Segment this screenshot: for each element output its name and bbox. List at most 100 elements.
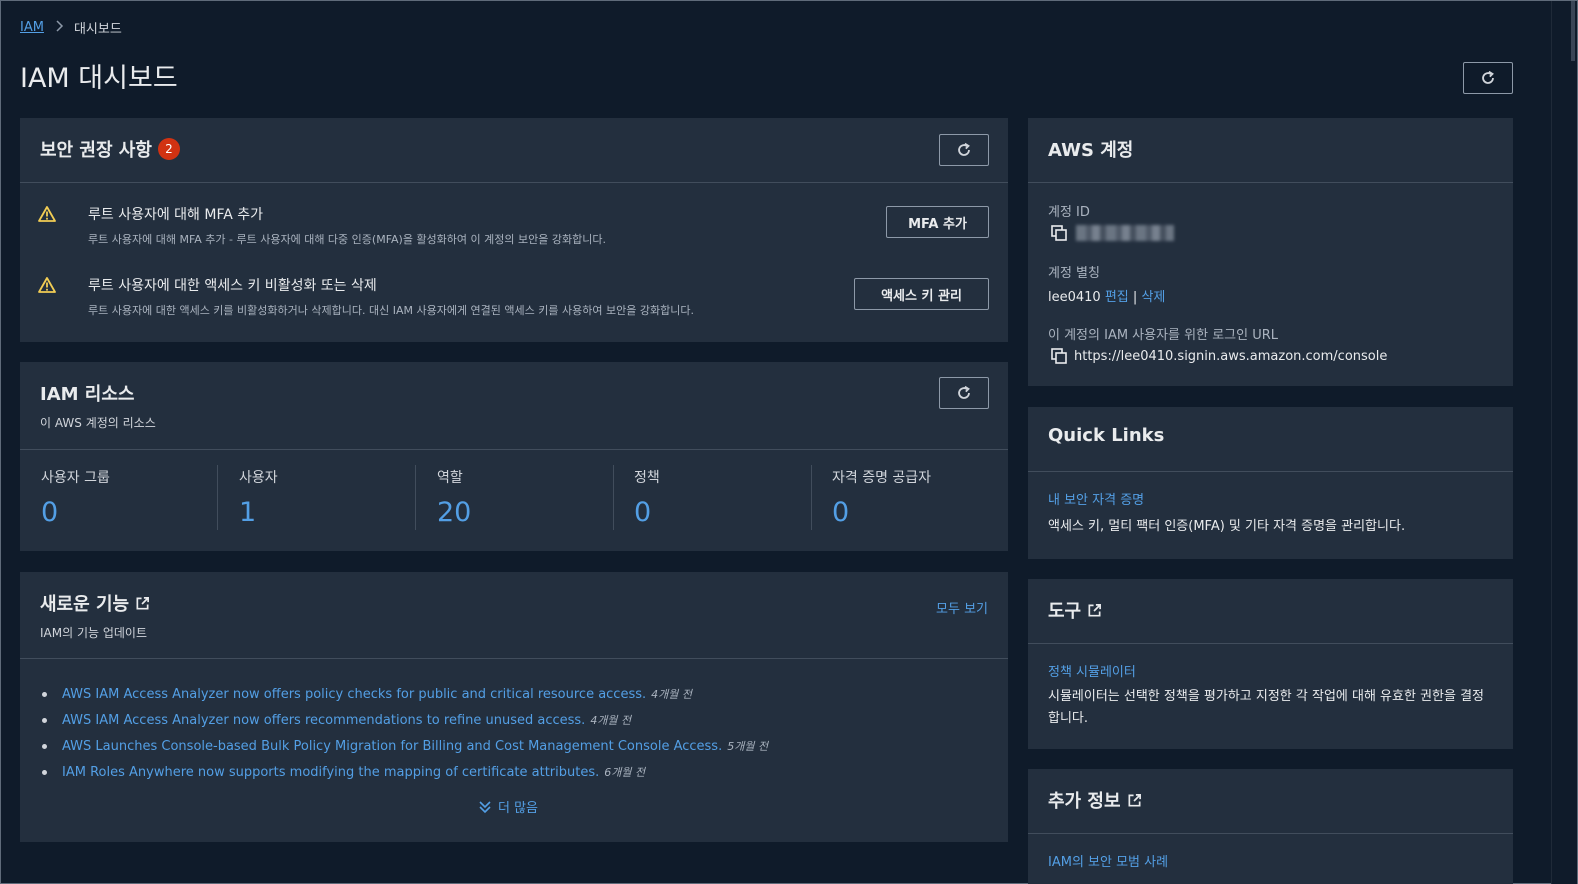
resources-subtitle: 이 AWS 계정의 리소스 [40,416,156,430]
stat-label: 정책 [634,470,660,486]
stat-roles[interactable]: 역할 20 [437,467,471,537]
account-id-label: 계정 ID [1048,205,1090,220]
news-link[interactable]: AWS Launches Console-based Bulk Policy M… [62,739,722,754]
account-alias-label: 계정 별칭 [1048,266,1100,281]
warning-icon [38,206,56,222]
resources-title: IAM 리소스 [40,384,135,405]
policy-simulator-link[interactable]: 정책 시뮬레이터 [1048,661,1136,680]
show-more-label: 더 많음 [498,801,539,816]
breadcrumb-current: 대시보드 [73,22,122,37]
iam-resources-panel: IAM 리소스 이 AWS 계정의 리소스 사용자 그룹 0 사용자 1 역할 … [20,362,1008,551]
tools-title-text: 도구 [1048,601,1082,622]
stat-label: 사용자 그룹 [41,470,110,486]
news-age: 4개월 전 [590,714,632,727]
security-refresh-button[interactable] [939,134,989,166]
stat-label: 역할 [437,470,463,486]
view-all-link[interactable]: 모두 보기 [936,598,988,617]
signin-url-label: 이 계정의 IAM 사용자를 위한 로그인 URL [1048,328,1279,343]
stat-policies[interactable]: 정책 0 [634,467,660,537]
stat-users[interactable]: 사용자 1 [239,467,278,537]
external-link-icon [136,596,150,609]
whats-new-subtitle: IAM의 기능 업데이트 [40,626,148,640]
signin-url-row: https://lee0410.signin.aws.amazon.com/co… [1050,347,1387,365]
stat-divider [613,465,614,530]
stat-user-groups[interactable]: 사용자 그룹 0 [41,467,110,537]
security-item-title: 루트 사용자에 대해 MFA 추가 [88,207,264,223]
refresh-icon [958,385,970,399]
news-age: 6개월 전 [604,766,646,779]
breadcrumb-iam-link[interactable]: IAM [20,20,44,35]
breadcrumb: IAM 대시보드 [20,18,122,37]
aws-account-panel: AWS 계정 계정 ID 계정 별칭 lee0410 편집 | 삭제 이 계정의… [1028,118,1513,386]
my-security-credentials-link[interactable]: 내 보안 자격 증명 [1048,489,1144,508]
bullet [42,769,47,775]
news-age: 4개월 전 [651,688,692,701]
copy-icon[interactable] [1050,224,1068,242]
warning-icon [38,277,56,293]
app-frame: IAM 대시보드 IAM 대시보드 보안 권장 사항 2 루트 사용자에 대해 … [0,0,1578,884]
account-alias-row: lee0410 편집 | 삭제 [1048,286,1165,305]
account-title: AWS 계정 [1048,140,1134,161]
news-link[interactable]: IAM Roles Anywhere now supports modifyin… [62,765,599,780]
security-item-title: 루트 사용자에 대한 액세스 키 비활성화 또는 삭제 [88,278,377,294]
news-list: AWS IAM Access Analyzer now offers polic… [42,681,768,785]
security-item-mfa: 루트 사용자에 대해 MFA 추가 루트 사용자에 대해 MFA 추가 - 루트… [38,204,990,246]
stat-label: 자격 증명 공급자 [832,470,932,486]
bullet [42,717,47,723]
stat-value[interactable]: 0 [634,497,660,528]
copy-icon[interactable] [1050,347,1068,365]
page-title: IAM 대시보드 [20,63,178,94]
refresh-icon [1482,70,1494,84]
resources-refresh-button[interactable] [939,377,989,409]
list-item: AWS Launches Console-based Bulk Policy M… [42,733,768,759]
edit-alias-link[interactable]: 편집 [1105,290,1129,305]
list-item: AWS IAM Access Analyzer now offers polic… [42,681,768,707]
account-alias: lee0410 [1048,290,1101,305]
whats-new-panel: 새로운 기능 IAM의 기능 업데이트 모두 보기 AWS IAM Access… [20,572,1008,842]
show-more-button[interactable]: 더 많음 [478,797,538,816]
chevron-right-icon [54,19,64,36]
tools-title: 도구 [1048,597,1493,623]
stat-value[interactable]: 20 [437,497,471,528]
account-id-masked [1076,225,1174,241]
security-count-badge: 2 [157,138,180,160]
list-item: IAM Roles Anywhere now supports modifyin… [42,759,768,785]
more-info-title: 추가 정보 [1048,787,1493,813]
whats-new-title-text: 새로운 기능 [40,594,130,615]
security-item-description: 루트 사용자에 대해 MFA 추가 - 루트 사용자에 대해 다중 인증(MFA… [88,233,606,246]
page-scrollbar[interactable] [1551,1,1577,884]
security-item-description: 루트 사용자에 대한 액세스 키를 비활성화하거나 삭제합니다. 대신 IAM … [88,304,694,317]
alias-divider: | [1132,290,1138,305]
security-recommendations-panel: 보안 권장 사항 2 루트 사용자에 대해 MFA 추가 루트 사용자에 대해 … [20,118,1008,342]
more-info-title-text: 추가 정보 [1048,791,1121,812]
news-link[interactable]: AWS IAM Access Analyzer now offers recom… [62,713,585,728]
news-age: 5개월 전 [727,740,769,753]
stat-value[interactable]: 0 [41,497,110,528]
stat-value[interactable]: 1 [239,497,278,528]
account-id-row [1050,224,1174,242]
add-mfa-button[interactable]: MFA 추가 [886,206,989,238]
scrollbar-thumb[interactable] [1571,1,1575,61]
external-link-icon [1128,793,1141,806]
page-refresh-button[interactable] [1463,62,1513,94]
stat-identity-providers[interactable]: 자격 증명 공급자 0 [832,467,931,537]
stat-label: 사용자 [239,470,278,486]
bullet [42,743,47,749]
resource-stats: 사용자 그룹 0 사용자 1 역할 20 정책 0 자격 증명 공급자 0 [20,450,1008,550]
signin-url: https://lee0410.signin.aws.amazon.com/co… [1074,348,1388,364]
news-link[interactable]: AWS IAM Access Analyzer now offers polic… [62,687,646,702]
quick-links-description: 액세스 키, 멀티 팩터 인증(MFA) 및 기타 자격 증명을 관리합니다. [1048,519,1406,534]
security-title: 보안 권장 사항 2 [40,136,988,162]
quick-links-panel: Quick Links 내 보안 자격 증명 액세스 키, 멀티 팩터 인증(M… [1028,407,1513,559]
external-link-icon [1088,603,1102,616]
bullet [42,691,47,697]
security-best-practices-link[interactable]: IAM의 보안 모범 사례 [1048,851,1168,870]
security-title-text: 보안 권장 사항 [40,140,152,161]
stat-divider [415,465,416,530]
manage-access-keys-button[interactable]: 액세스 키 관리 [854,278,989,310]
double-chevron-down-icon [479,800,491,813]
delete-alias-link[interactable]: 삭제 [1141,290,1165,305]
stat-value[interactable]: 0 [832,497,931,528]
tools-panel: 도구 정책 시뮬레이터 시뮬레이터는 선택한 정책을 평가하고 지정한 각 작업… [1028,579,1513,749]
quick-links-title: Quick Links [1048,425,1165,446]
